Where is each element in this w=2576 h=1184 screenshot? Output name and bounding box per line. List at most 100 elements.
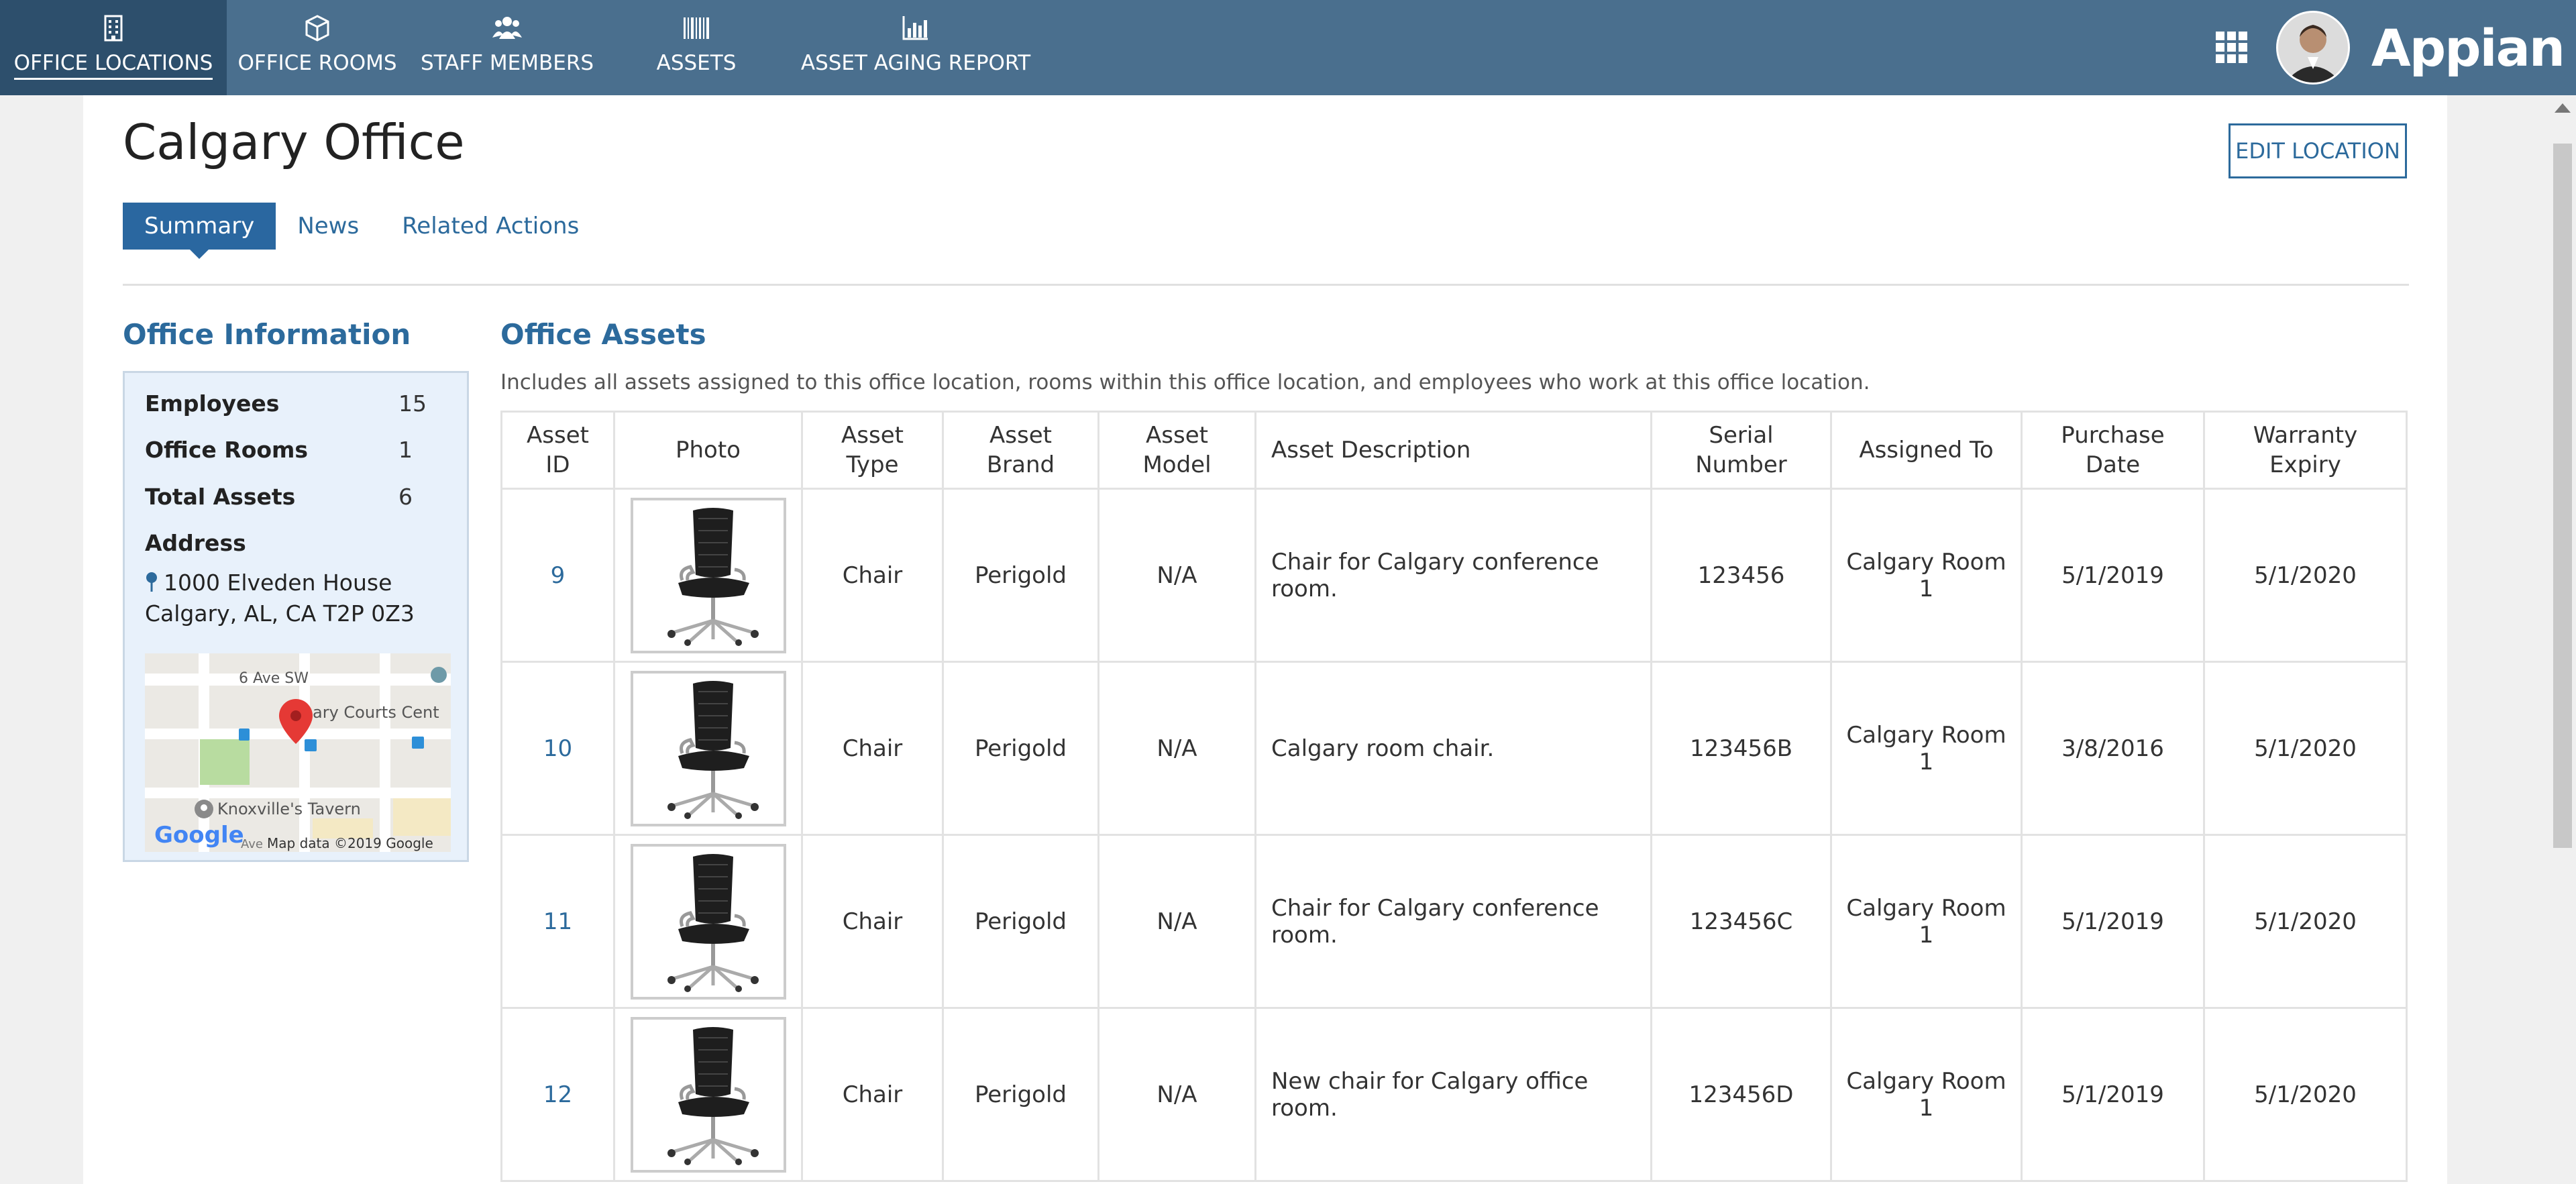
- header-text: Asset: [841, 422, 904, 449]
- nav-tabs: OFFICE LOCATIONS OFFICE ROOMS STAFF MEMB…: [0, 0, 1045, 95]
- column-header-warranty-expiry[interactable]: Warranty Expiry: [2203, 411, 2408, 490]
- nav-tab-office-rooms[interactable]: OFFICE ROOMS: [227, 0, 408, 95]
- column-header-asset-description[interactable]: Asset Description: [1254, 411, 1652, 490]
- header-text: Warranty: [2253, 422, 2358, 449]
- nav-tab-office-locations[interactable]: OFFICE LOCATIONS: [0, 0, 227, 95]
- column-header-photo: Photo: [613, 411, 803, 490]
- assigned-to-text: 1: [1919, 748, 1934, 775]
- barcode-icon: [684, 17, 709, 39]
- office-assets-description: Includes all assets assigned to this off…: [500, 370, 1870, 394]
- tab-related-actions[interactable]: Related Actions: [380, 203, 600, 250]
- map-poi-label: Knoxville's Tavern: [217, 800, 361, 818]
- assigned-to-cell: Calgary Room 1: [1830, 488, 2023, 663]
- tab-news[interactable]: News: [276, 203, 380, 250]
- header-text: Asset: [989, 422, 1052, 449]
- office-rooms-value: 1: [398, 437, 413, 463]
- header-text: Photo: [676, 437, 741, 464]
- top-nav-bar: OFFICE LOCATIONS OFFICE ROOMS STAFF MEMB…: [0, 0, 2576, 95]
- asset-type-cell: Chair: [801, 1007, 944, 1182]
- column-header-serial-number[interactable]: Serial Number: [1650, 411, 1832, 490]
- office-info-card: Employees 15 Office Rooms 1 Total Assets…: [123, 371, 469, 862]
- column-header-asset-id[interactable]: Asset ID: [500, 411, 615, 490]
- header-text: Type: [846, 451, 899, 478]
- column-header-asset-type[interactable]: Asset Type: [801, 411, 944, 490]
- table-row: 11 Chair Perigold N/A Chair for Calgary …: [500, 834, 2408, 1009]
- header-text: Number: [1695, 451, 1787, 478]
- google-logo: Google: [154, 822, 244, 849]
- asset-brand-cell: Perigold: [942, 1007, 1099, 1182]
- table-row: 12 Chair Perigold N/A New chair for Calg…: [500, 1007, 2408, 1182]
- table-row: 10 Chair Perigold N/A Calgary room chair…: [500, 661, 2408, 836]
- asset-type-cell: Chair: [801, 488, 944, 663]
- address-line-2: Calgary, AL, CA T2P 0Z3: [145, 600, 415, 627]
- column-header-purchase-date[interactable]: Purchase Date: [2021, 411, 2205, 490]
- map-poi-label: ary Courts Cent: [313, 703, 439, 722]
- nav-tab-label: STAFF MEMBERS: [420, 51, 594, 75]
- purchase-date-cell: 5/1/2019: [2021, 834, 2205, 1009]
- asset-id-link[interactable]: 12: [500, 1007, 615, 1182]
- location-map[interactable]: 6 Ave SW ary Courts Cent Knoxville's Tav…: [145, 653, 451, 852]
- nav-tab-assets[interactable]: ASSETS: [606, 0, 786, 95]
- serial-number-cell: 123456D: [1650, 1007, 1832, 1182]
- header-text: ID: [545, 451, 570, 478]
- office-information-title: Office Information: [123, 318, 411, 351]
- tab-summary[interactable]: Summary: [123, 203, 276, 259]
- warranty-expiry-cell: 5/1/2020: [2203, 834, 2408, 1009]
- photo-cell: [613, 488, 803, 663]
- appian-logo: Appian: [2371, 17, 2565, 78]
- asset-photo[interactable]: [630, 843, 786, 1000]
- warranty-expiry-cell: 5/1/2020: [2203, 661, 2408, 836]
- assigned-to-text: Calgary Room: [1846, 894, 2006, 922]
- vertical-scrollbar[interactable]: [2549, 95, 2576, 1184]
- serial-number-cell: 123456: [1650, 488, 1832, 663]
- edit-location-button[interactable]: EDIT LOCATION: [2229, 123, 2407, 178]
- column-header-asset-model[interactable]: Asset Model: [1097, 411, 1256, 490]
- asset-photo[interactable]: [630, 670, 786, 826]
- asset-type-cell: Chair: [801, 661, 944, 836]
- user-avatar[interactable]: [2275, 11, 2350, 85]
- asset-id-link[interactable]: 9: [500, 488, 615, 663]
- asset-photo[interactable]: [630, 1016, 786, 1173]
- asset-description-cell: Chair for Calgary conference room.: [1254, 834, 1652, 1009]
- record-tabs: Summary News Related Actions: [123, 203, 600, 259]
- app-grid-icon[interactable]: [2214, 30, 2249, 65]
- header-text: Asset Description: [1271, 437, 1471, 464]
- header-text: Purchase: [2061, 422, 2165, 449]
- nav-tab-staff-members[interactable]: STAFF MEMBERS: [408, 0, 606, 95]
- employees-label: Employees: [145, 390, 280, 417]
- map-street-label: 6 Ave SW: [239, 670, 309, 687]
- total-assets-value: 6: [398, 484, 413, 510]
- assigned-to-cell: Calgary Room 1: [1830, 661, 2023, 836]
- column-header-asset-brand[interactable]: Asset Brand: [942, 411, 1099, 490]
- scroll-up-arrow-icon[interactable]: [2555, 103, 2571, 113]
- assets-table: Asset ID Photo Asset Type Asset Brand Asset…: [500, 411, 2408, 1182]
- asset-photo[interactable]: [630, 497, 786, 653]
- cube-icon: [305, 15, 329, 42]
- address-line-1: 1000 Elveden House: [164, 570, 392, 596]
- serial-number-cell: 123456B: [1650, 661, 1832, 836]
- employees-row: Employees 15: [145, 390, 427, 417]
- total-assets-label: Total Assets: [145, 484, 296, 510]
- employees-value: 15: [398, 390, 427, 417]
- asset-description-cell: New chair for Calgary office room.: [1254, 1007, 1652, 1182]
- bar-chart-icon: [902, 16, 928, 40]
- section-divider: [123, 284, 2409, 286]
- nav-tab-label: ASSETS: [656, 51, 737, 75]
- office-rooms-label: Office Rooms: [145, 437, 309, 463]
- asset-id-link[interactable]: 10: [500, 661, 615, 836]
- asset-model-cell: N/A: [1097, 488, 1256, 663]
- assigned-to-text: Calgary Room: [1846, 548, 2006, 576]
- assigned-to-cell: Calgary Room 1: [1830, 834, 2023, 1009]
- photo-cell: [613, 834, 803, 1009]
- office-chair-icon: [667, 680, 759, 819]
- assigned-to-cell: Calgary Room 1: [1830, 1007, 2023, 1182]
- header-text: Date: [2085, 451, 2141, 478]
- scroll-thumb[interactable]: [2553, 144, 2572, 848]
- office-chair-icon: [667, 507, 759, 646]
- column-header-assigned-to[interactable]: Assigned To: [1830, 411, 2023, 490]
- address-block: 1000 Elveden House Calgary, AL, CA T2P 0…: [145, 568, 415, 629]
- nav-tab-asset-aging-report[interactable]: ASSET AGING REPORT: [786, 0, 1045, 95]
- table-header-row: Asset ID Photo Asset Type Asset Brand Asset…: [500, 411, 2408, 490]
- asset-id-link[interactable]: 11: [500, 834, 615, 1009]
- top-right-controls: Appian: [2214, 0, 2576, 95]
